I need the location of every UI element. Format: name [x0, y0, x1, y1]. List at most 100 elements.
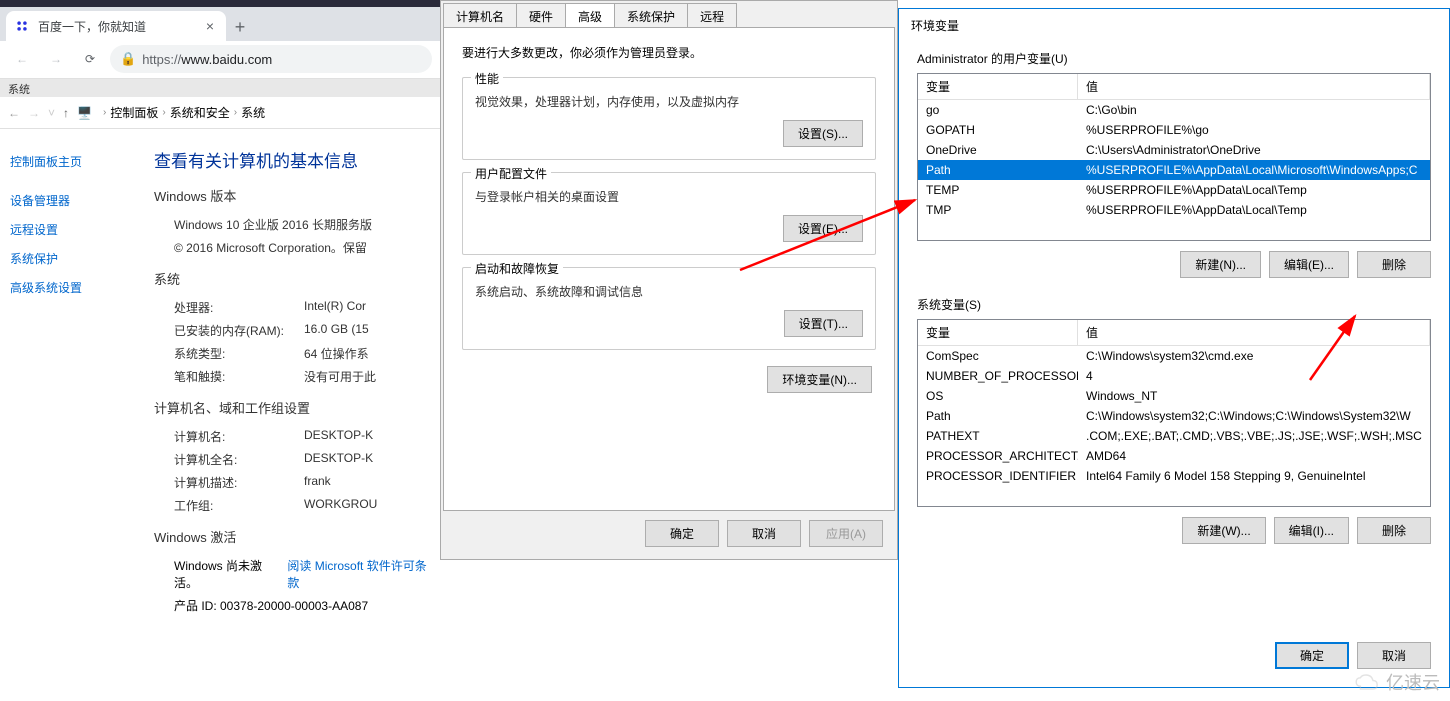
sp-content: 要进行大多数更改，你必须作为管理员登录。 性能 视觉效果，处理器计划，内存使用，…	[443, 27, 895, 511]
bc-item[interactable]: 系统	[241, 104, 265, 121]
lock-icon: 🔒	[120, 51, 136, 67]
env-var-name: TMP	[918, 200, 1078, 220]
env-var-row[interactable]: ComSpecC:\Windows\system32\cmd.exe	[918, 346, 1430, 366]
sp-tab[interactable]: 硬件	[516, 3, 566, 27]
bc-item[interactable]: 控制面板	[110, 104, 158, 121]
sidebar-item-advanced[interactable]: 高级系统设置	[10, 273, 140, 302]
cp-menubar[interactable]: 系统	[0, 79, 440, 97]
sidebar-item-home[interactable]: 控制面板主页	[10, 147, 140, 176]
env-var-row[interactable]: goC:\Go\bin	[918, 100, 1430, 120]
col-value[interactable]: 值	[1078, 320, 1430, 345]
env-var-name: OS	[918, 386, 1078, 406]
activation-link[interactable]: 阅读 Microsoft 软件许可条款	[287, 557, 436, 591]
env-var-row[interactable]: PATHEXT.COM;.EXE;.BAT;.CMD;.VBS;.VBE;.JS…	[918, 426, 1430, 446]
env-var-row[interactable]: NUMBER_OF_PROCESSORS4	[918, 366, 1430, 386]
env-var-row[interactable]: OSWindows_NT	[918, 386, 1430, 406]
section-system: 系统	[154, 269, 436, 288]
env-var-row[interactable]: Path%USERPROFILE%\AppData\Local\Microsof…	[918, 160, 1430, 180]
settings-group: 用户配置文件 与登录帐户相关的桌面设置 设置(E)...	[462, 172, 876, 255]
sidebar-item-system-protection[interactable]: 系统保护	[10, 244, 140, 273]
env-var-value: C:\Go\bin	[1078, 100, 1430, 120]
env-ok-button[interactable]: 确定	[1275, 642, 1349, 669]
baidu-favicon-icon	[14, 18, 30, 34]
nav-back-icon[interactable]: ←	[8, 106, 20, 120]
tab-close-icon[interactable]: ×	[202, 18, 218, 34]
env-vars-button[interactable]: 环境变量(N)...	[767, 366, 872, 393]
sys-edit-button[interactable]: 编辑(I)...	[1274, 517, 1349, 544]
env-var-value: Windows_NT	[1078, 386, 1430, 406]
cancel-button[interactable]: 取消	[727, 520, 801, 547]
env-var-name: PATHEXT	[918, 426, 1078, 446]
env-var-row[interactable]: PathC:\Windows\system32;C:\Windows;C:\Wi…	[918, 406, 1430, 426]
computer-icon: 🖥️	[77, 106, 95, 120]
bc-item[interactable]: 系统和安全	[170, 104, 230, 121]
section-windows-version: Windows 版本	[154, 186, 436, 205]
group-settings-button[interactable]: 设置(E)...	[783, 215, 863, 242]
url-field[interactable]: 🔒 https://www.baidu.com	[110, 45, 432, 73]
col-variable[interactable]: 变量	[918, 74, 1078, 99]
section-activation: Windows 激活	[154, 527, 436, 546]
nav-up-icon[interactable]: ↑	[63, 106, 69, 120]
sidebar-item-remote[interactable]: 远程设置	[10, 215, 140, 244]
info-label: 工作组:	[174, 497, 304, 514]
nav-down-icon[interactable]: ˅	[48, 106, 55, 120]
activation-status: Windows 尚未激活。	[174, 557, 284, 591]
url-host: www.baidu.com	[181, 52, 272, 67]
env-var-value: %USERPROFILE%\go	[1078, 120, 1430, 140]
nav-forward-icon[interactable]: →	[28, 106, 40, 120]
info-value: frank	[304, 474, 331, 491]
env-var-value: C:\Users\Administrator\OneDrive	[1078, 140, 1430, 160]
info-label: 笔和触摸:	[174, 368, 304, 385]
env-var-value: Intel64 Family 6 Model 158 Stepping 9, G…	[1078, 466, 1430, 486]
env-var-row[interactable]: TMP%USERPROFILE%\AppData\Local\Temp	[918, 200, 1430, 220]
env-cancel-button[interactable]: 取消	[1357, 642, 1431, 669]
group-settings-button[interactable]: 设置(T)...	[784, 310, 863, 337]
url-scheme: https://	[142, 52, 181, 67]
user-vars-label: Administrator 的用户变量(U)	[917, 50, 1431, 67]
info-row: 计算机名:DESKTOP-K	[174, 425, 436, 448]
sys-delete-button[interactable]: 删除	[1357, 517, 1431, 544]
user-new-button[interactable]: 新建(N)...	[1180, 251, 1261, 278]
reload-button[interactable]: ⟳	[76, 45, 104, 73]
env-var-value: 4	[1078, 366, 1430, 386]
info-value: DESKTOP-K	[304, 428, 373, 445]
env-variables-dialog: 环境变量 Administrator 的用户变量(U) 变量 值 goC:\Go…	[898, 8, 1450, 688]
sp-tab[interactable]: 系统保护	[614, 3, 688, 27]
cp-sidebar: 控制面板主页 设备管理器 远程设置 系统保护 高级系统设置	[0, 129, 150, 701]
info-label: 计算机名:	[174, 428, 304, 445]
env-var-value: C:\Windows\system32;C:\Windows;C:\Window…	[1078, 406, 1430, 426]
sys-vars-table: 变量 值 ComSpecC:\Windows\system32\cmd.exeN…	[917, 319, 1431, 507]
product-id: 产品 ID: 00378-20000-00003-AA087	[174, 597, 368, 614]
bc-sep: ›	[103, 107, 106, 118]
windows-copyright: © 2016 Microsoft Corporation。保留	[174, 239, 367, 256]
sp-tab[interactable]: 高级	[565, 3, 615, 27]
cp-main: 查看有关计算机的基本信息 Windows 版本 Windows 10 企业版 2…	[150, 129, 440, 701]
new-tab-button[interactable]: +	[226, 13, 254, 41]
address-bar: ← → ⟳ 🔒 https://www.baidu.com	[0, 41, 440, 77]
admin-note: 要进行大多数更改，你必须作为管理员登录。	[462, 44, 876, 61]
env-var-row[interactable]: GOPATH%USERPROFILE%\go	[918, 120, 1430, 140]
env-var-row[interactable]: OneDriveC:\Users\Administrator\OneDrive	[918, 140, 1430, 160]
env-var-row[interactable]: PROCESSOR_IDENTIFIERIntel64 Family 6 Mod…	[918, 466, 1430, 486]
sp-tab[interactable]: 远程	[687, 3, 737, 27]
user-edit-button[interactable]: 编辑(E)...	[1269, 251, 1349, 278]
env-var-row[interactable]: TEMP%USERPROFILE%\AppData\Local\Temp	[918, 180, 1430, 200]
env-var-row[interactable]: PROCESSOR_ARCHITECT...AMD64	[918, 446, 1430, 466]
col-variable[interactable]: 变量	[918, 320, 1078, 345]
env-var-name: go	[918, 100, 1078, 120]
col-value[interactable]: 值	[1078, 74, 1430, 99]
back-button[interactable]: ←	[8, 45, 36, 73]
windows-version: Windows 10 企业版 2016 长期服务版	[174, 216, 372, 233]
info-label: 已安装的内存(RAM):	[174, 322, 304, 339]
sys-new-button[interactable]: 新建(W)...	[1182, 517, 1265, 544]
apply-button[interactable]: 应用(A)	[809, 520, 883, 547]
info-value: 16.0 GB (15	[304, 322, 369, 339]
group-settings-button[interactable]: 设置(S)...	[783, 120, 863, 147]
sp-tab[interactable]: 计算机名	[443, 3, 517, 27]
env-var-name: OneDrive	[918, 140, 1078, 160]
sidebar-item-device-manager[interactable]: 设备管理器	[10, 186, 140, 215]
user-delete-button[interactable]: 删除	[1357, 251, 1431, 278]
ok-button[interactable]: 确定	[645, 520, 719, 547]
forward-button[interactable]: →	[42, 45, 70, 73]
browser-tab[interactable]: 百度一下，你就知道 ×	[6, 11, 226, 41]
